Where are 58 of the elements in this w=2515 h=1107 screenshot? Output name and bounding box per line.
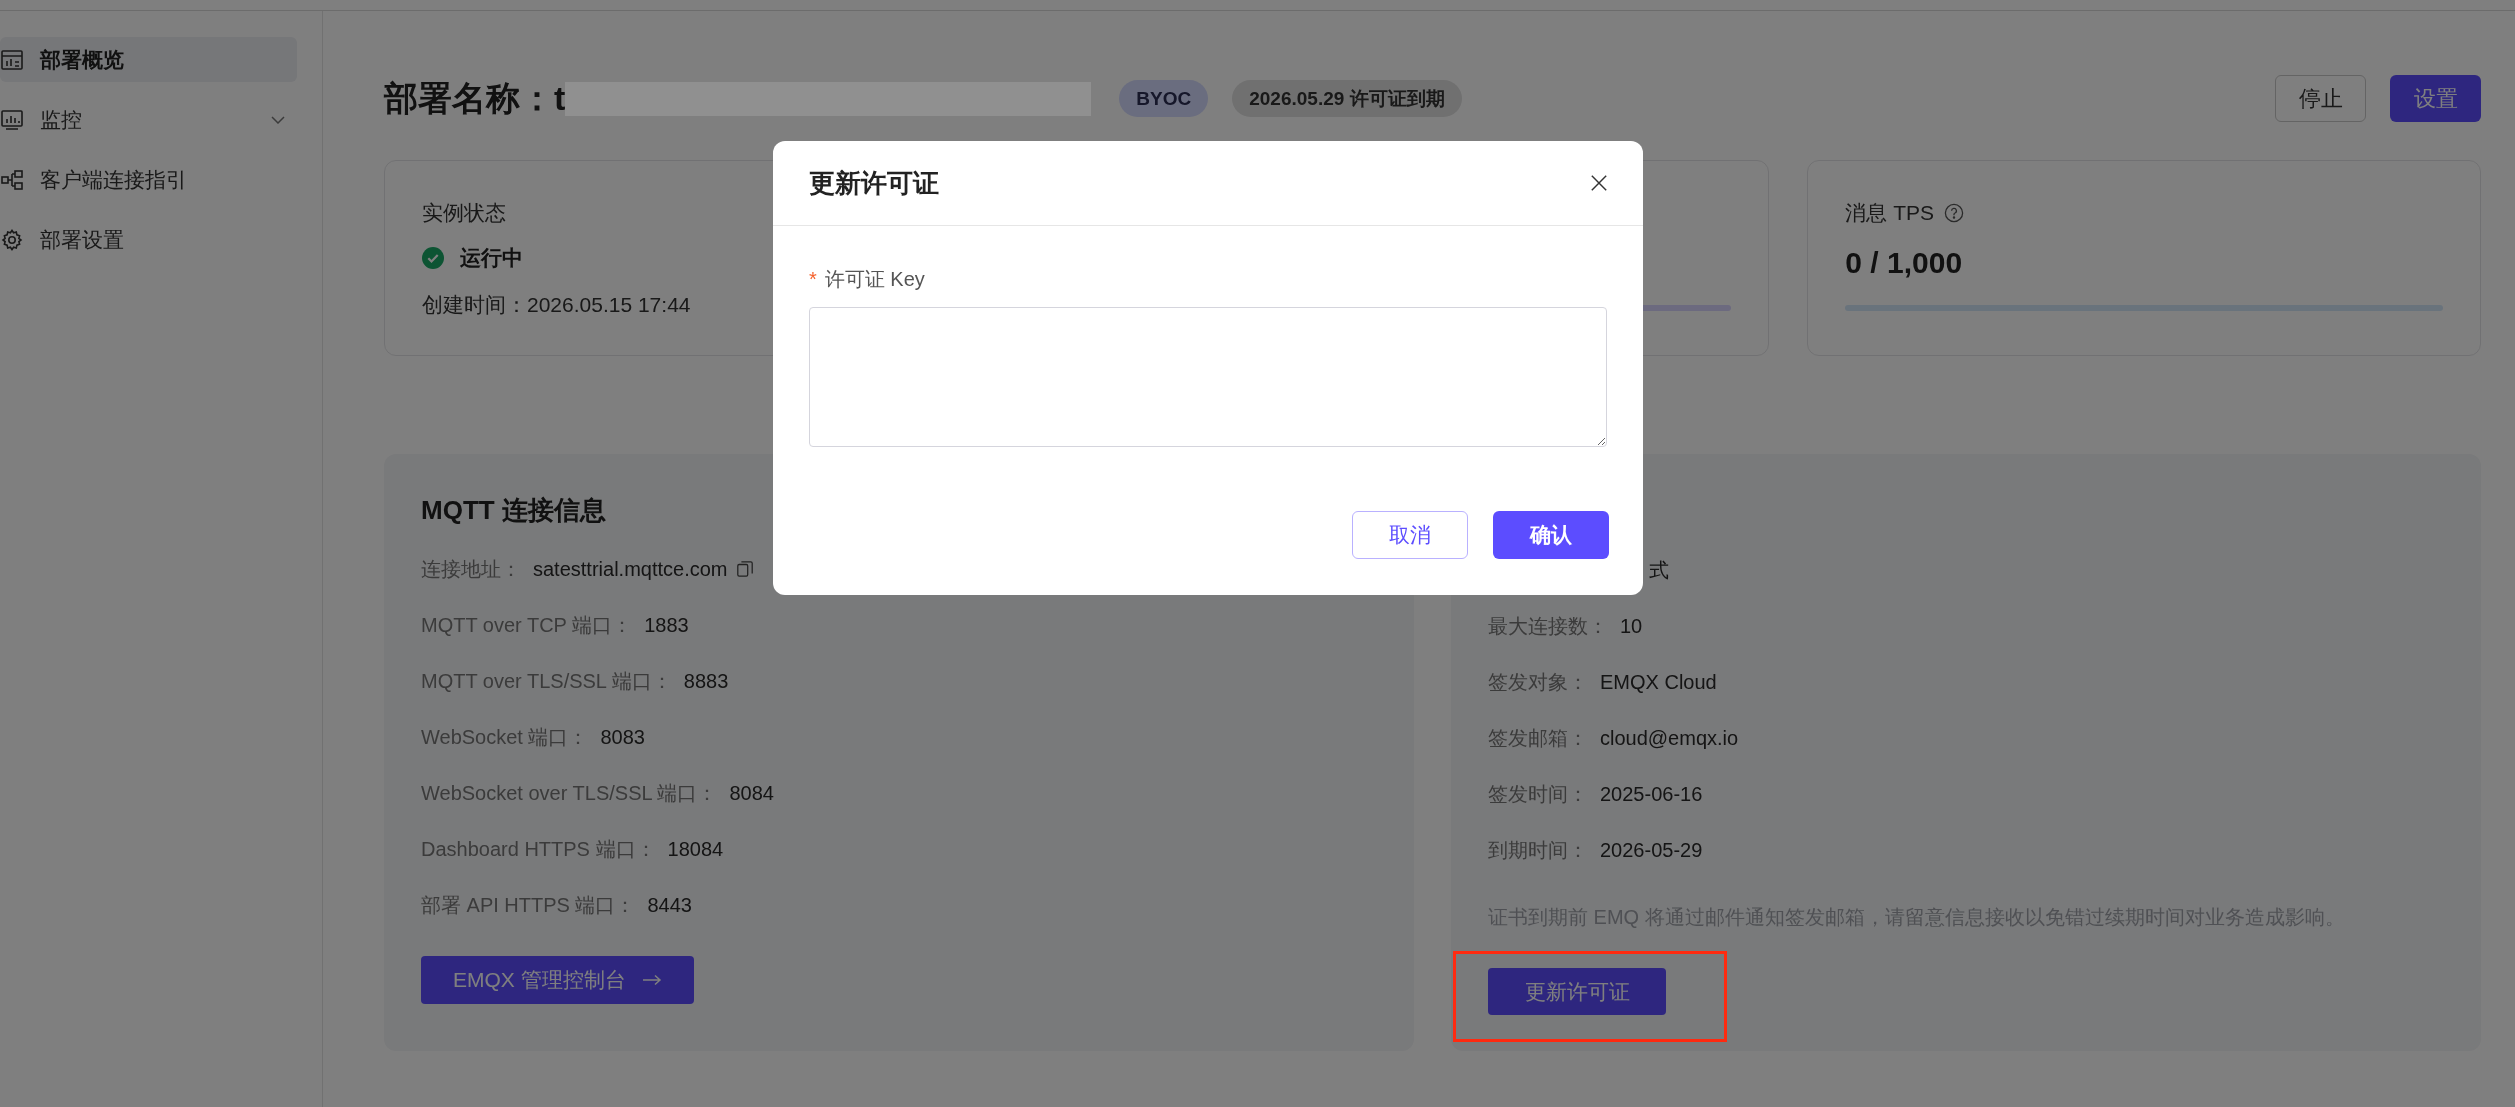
sidebar-item[interactable]: 监控 <box>0 97 297 142</box>
field-value: 式 <box>1649 557 1669 583</box>
page-title: 部署名称：t <box>384 78 566 119</box>
field-value: 18084 <box>667 837 724 861</box>
network-icon <box>0 167 24 192</box>
field-value: satesttrial.mqttce.com <box>533 557 728 581</box>
license-key-field[interactable] <box>809 307 1607 447</box>
field-value: 8084 <box>729 781 774 805</box>
field-label: 许可证 Key <box>824 266 925 292</box>
created-time: 创建时间：2026.05.15 17:44 <box>422 292 691 318</box>
plan-badge: BYOC <box>1119 80 1209 117</box>
confirm-button[interactable]: 确认 <box>1493 511 1609 559</box>
dialog-title: 更新许可证 <box>809 166 939 200</box>
field-value: EMQX Cloud <box>1600 670 1717 694</box>
stop-button[interactable]: 停止 <box>2275 75 2366 122</box>
emqx-console-button[interactable]: EMQX 管理控制台 <box>421 956 694 1004</box>
help-icon[interactable] <box>1944 203 1965 223</box>
field-value: 8083 <box>600 725 645 749</box>
field-label: MQTT over TCP 端口： <box>421 612 633 638</box>
close-icon[interactable] <box>1590 174 1608 192</box>
renew-license-button[interactable]: 更新许可证 <box>1488 968 1666 1015</box>
sidebar-item[interactable]: 部署设置 <box>0 217 297 262</box>
field-value: 2026-05-29 <box>1600 838 1703 862</box>
metric-value: 0 / 1,000 <box>1845 245 1963 281</box>
field-label: 部署 API HTTPS 端口： <box>421 892 636 918</box>
status-text: 运行中 <box>460 245 523 271</box>
field-value: 8443 <box>647 893 692 917</box>
copy-icon[interactable] <box>735 560 754 578</box>
field-value: 1883 <box>644 613 689 637</box>
field-label: 签发对象： <box>1488 669 1588 695</box>
required-mark: * <box>809 267 817 291</box>
gear-icon <box>0 227 24 252</box>
sidebar-item[interactable]: 部署概览 <box>0 37 297 82</box>
field-value: 10 <box>1620 614 1643 638</box>
field-label: MQTT over TLS/SSL 端口： <box>421 668 672 694</box>
chevron-down-icon[interactable] <box>271 115 285 124</box>
card-title: 消息 TPS <box>1845 200 1935 226</box>
sidebar-item[interactable]: 客户端连接指引 <box>0 157 297 202</box>
field-value: 8883 <box>683 669 729 693</box>
field-label: 最大连接数： <box>1488 613 1608 639</box>
field-label: 连接地址： <box>421 556 521 582</box>
field-label: 签发邮箱： <box>1488 725 1588 751</box>
field-value: cloud@emqx.io <box>1600 726 1739 750</box>
field-label: 到期时间： <box>1488 837 1588 863</box>
field-label: Dashboard HTTPS 端口： <box>421 836 656 862</box>
card-title: 实例状态 <box>422 200 506 226</box>
settings-button[interactable]: 设置 <box>2390 75 2481 122</box>
arrow-right-icon <box>641 974 662 986</box>
panel-title: MQTT 连接信息 <box>421 494 606 527</box>
check-circle-icon <box>422 247 444 269</box>
cancel-button[interactable]: 取消 <box>1352 511 1468 559</box>
field-label: WebSocket 端口： <box>421 724 589 750</box>
field-label: 签发时间： <box>1488 781 1588 807</box>
expiry-badge: 2026.05.29 许可证到期 <box>1232 80 1462 117</box>
dashboard-icon <box>0 47 24 72</box>
field-value: 2025-06-16 <box>1600 782 1703 806</box>
bar-chart-icon <box>0 107 24 132</box>
field-label: WebSocket over TLS/SSL 端口： <box>421 780 718 806</box>
